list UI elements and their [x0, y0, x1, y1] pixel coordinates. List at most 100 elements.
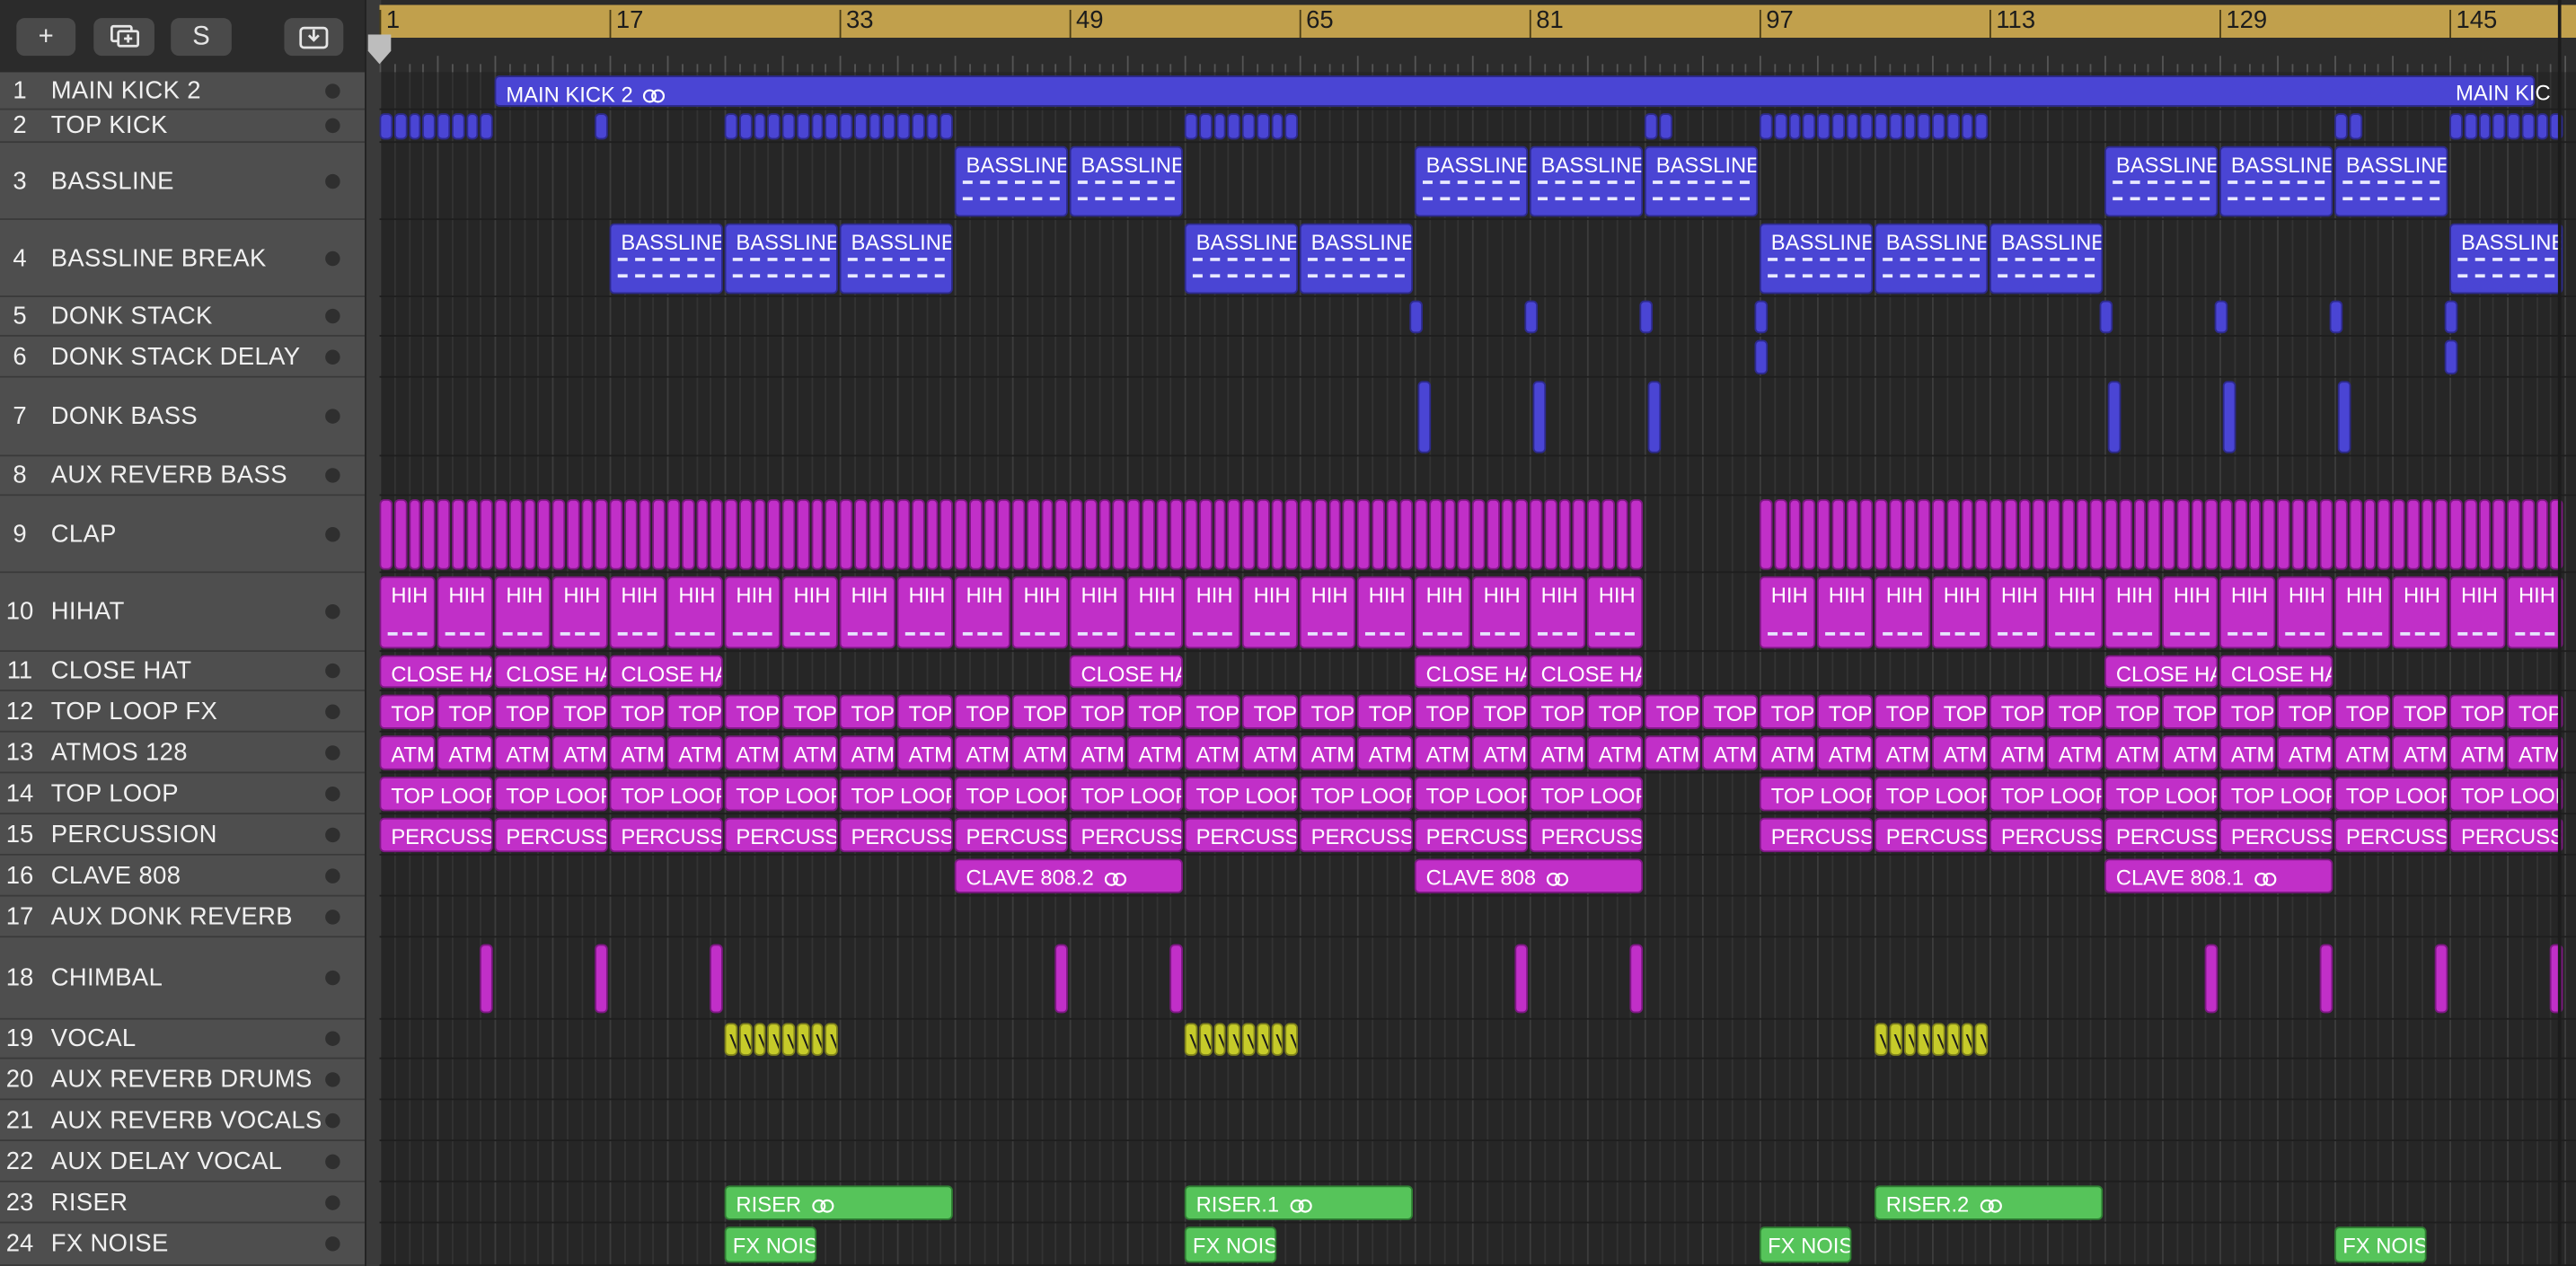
top-kick-region[interactable] [1831, 113, 1845, 140]
donk-stack-delay-region[interactable] [1755, 339, 1769, 374]
hihat-region[interactable]: HIH [839, 576, 895, 649]
track-header-24[interactable]: 24 FX NOISE [0, 1223, 366, 1266]
top-loop-fx-region[interactable]: TOP [2047, 694, 2104, 729]
top-loop-fx-region[interactable]: TOP [1471, 694, 1529, 729]
clap-region[interactable] [2277, 498, 2290, 570]
clap-region[interactable] [2492, 498, 2506, 570]
record-enable-dot-icon[interactable] [325, 826, 340, 842]
hihat-region[interactable]: HIH [2392, 576, 2448, 649]
clap-region[interactable] [2162, 498, 2175, 570]
clave-region[interactable]: CLAVE 808.1 [2104, 858, 2333, 893]
top-kick-region[interactable] [810, 113, 824, 140]
track-header-13[interactable]: 13 ATMOS 128 [0, 732, 366, 774]
top-kick-region[interactable] [825, 113, 838, 140]
percussion-region[interactable]: PERCUSSI [2334, 817, 2448, 853]
top-loop-fx-region[interactable]: TOP [1816, 694, 1874, 729]
hihat-region[interactable]: HIH [1184, 576, 1240, 649]
vocal-region[interactable]: V [1198, 1023, 1212, 1056]
close-hat-region[interactable]: CLOSE HA [494, 655, 608, 689]
bassline-break-region[interactable]: BASSLINE [1989, 223, 2104, 295]
clap-region[interactable] [1471, 498, 1486, 570]
close-hat-region[interactable]: CLOSE HA [609, 655, 723, 689]
track-header-14[interactable]: 14 TOP LOOP [0, 773, 366, 815]
clap-region[interactable] [1816, 498, 1831, 570]
track-lane-17[interactable] [379, 897, 2576, 938]
hihat-region[interactable]: HIH [1126, 576, 1183, 649]
vocal-region[interactable]: V [1902, 1023, 1917, 1056]
track-header-16[interactable]: 16 CLAVE 808 [0, 855, 366, 897]
clap-region[interactable] [925, 498, 939, 570]
track-name[interactable]: FX NOISE [51, 1230, 169, 1258]
vocal-region[interactable]: V [1241, 1023, 1255, 1056]
atmos-region[interactable]: ATM [609, 735, 666, 770]
bassline-break-region[interactable]: BASSLINE [1184, 223, 1298, 295]
vocal-region[interactable]: V [1961, 1023, 1974, 1056]
fx-noise-region[interactable]: FX NOIS [1759, 1226, 1852, 1263]
clap-region[interactable] [2047, 498, 2060, 570]
hihat-region[interactable]: HIH [1816, 576, 1874, 649]
top-loop-region[interactable]: TOP LOOP. [2219, 777, 2333, 812]
top-kick-region[interactable] [1902, 113, 1917, 140]
track-lane-18[interactable] [379, 937, 2576, 1020]
clap-region[interactable] [2133, 498, 2147, 570]
record-enable-dot-icon[interactable] [325, 1153, 340, 1169]
vocal-region[interactable]: V [796, 1023, 809, 1056]
track-lane-21[interactable] [379, 1100, 2576, 1142]
top-kick-region[interactable] [465, 113, 479, 140]
clap-region[interactable] [983, 498, 996, 570]
atmos-region[interactable]: ATM [2162, 735, 2219, 770]
top-kick-region[interactable] [2507, 113, 2520, 140]
clap-region[interactable] [1141, 498, 1154, 570]
atmos-region[interactable]: ATM [1414, 735, 1471, 770]
hihat-region[interactable]: HIH [494, 576, 551, 649]
track-header-11[interactable]: 11 CLOSE HAT [0, 652, 366, 691]
clap-region[interactable] [1069, 498, 1082, 570]
clap-region[interactable] [738, 498, 752, 570]
percussion-region[interactable]: PERCUSSI [2104, 817, 2219, 853]
vocal-region[interactable]: V [1256, 1023, 1269, 1056]
atmos-region[interactable]: ATM [2507, 735, 2563, 770]
track-name[interactable]: TOP LOOP [51, 779, 179, 807]
clap-region[interactable] [580, 498, 594, 570]
percussion-region[interactable]: PERCUSSI [1299, 817, 1414, 853]
top-loop-region[interactable]: TOP LOOP. [839, 777, 953, 812]
top-kick-region[interactable] [724, 113, 737, 140]
percussion-region[interactable]: PERCUSSI [2449, 817, 2563, 853]
track-lane-24[interactable] [379, 1223, 2576, 1266]
chimbal-region[interactable] [1629, 944, 1644, 1014]
top-loop-fx-region[interactable]: TOP [2162, 694, 2219, 729]
clap-region[interactable] [1932, 498, 1945, 570]
clap-region[interactable] [1557, 498, 1572, 570]
vocal-region[interactable]: V [1946, 1023, 1960, 1056]
clap-region[interactable] [623, 498, 637, 570]
top-loop-region[interactable]: TOP LOOP. [1414, 777, 1529, 812]
top-kick-region[interactable] [2492, 113, 2506, 140]
track-name[interactable]: DONK STACK [51, 302, 213, 330]
atmos-region[interactable]: ATM [1126, 735, 1183, 770]
riser-region[interactable]: RISER.1 [1184, 1185, 1414, 1220]
clap-region[interactable] [796, 498, 809, 570]
top-kick-region[interactable] [1256, 113, 1269, 140]
record-enable-dot-icon[interactable] [325, 172, 340, 189]
atmos-region[interactable]: ATM [2277, 735, 2333, 770]
top-loop-region[interactable]: TOP LOOP. [2104, 777, 2219, 812]
top-loop-fx-region[interactable]: TOP [666, 694, 723, 729]
clap-region[interactable] [666, 498, 680, 570]
chimbal-region[interactable] [2320, 944, 2333, 1014]
clap-region[interactable] [1629, 498, 1644, 570]
track-lane-20[interactable] [379, 1059, 2576, 1101]
top-kick-region[interactable] [379, 113, 393, 140]
hihat-region[interactable]: HIH [1299, 576, 1355, 649]
clap-region[interactable] [2464, 498, 2477, 570]
vocal-region[interactable]: V [781, 1023, 795, 1056]
clap-region[interactable] [2291, 498, 2305, 570]
track-name[interactable]: CHIMBAL [51, 964, 163, 992]
clap-region[interactable] [2392, 498, 2405, 570]
clap-region[interactable] [1759, 498, 1773, 570]
top-kick-region[interactable] [1284, 113, 1298, 140]
top-loop-fx-region[interactable]: TOP [1586, 694, 1644, 729]
top-loop-fx-region[interactable]: TOP [896, 694, 953, 729]
clap-region[interactable] [767, 498, 781, 570]
atmos-region[interactable]: ATM [1759, 735, 1816, 770]
hihat-region[interactable]: HIH [1414, 576, 1471, 649]
